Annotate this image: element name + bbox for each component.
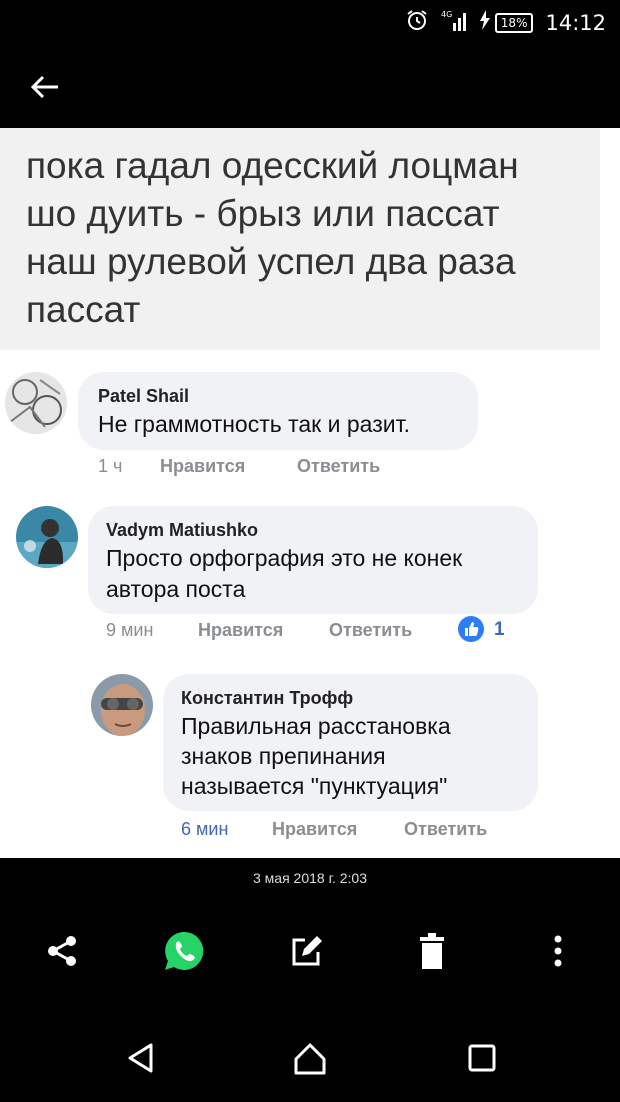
more-vertical-icon — [554, 935, 562, 967]
nav-home-button[interactable] — [280, 1028, 340, 1088]
post-text: пока гадал одесский лоцман шо дуить - бр… — [26, 142, 596, 334]
battery-indicator: 18% — [479, 10, 534, 35]
back-button[interactable] — [22, 64, 68, 110]
delete-button[interactable] — [404, 920, 460, 982]
avatar[interactable] — [5, 372, 67, 434]
back-triangle-icon — [128, 1043, 153, 1073]
battery-level: 18% — [494, 12, 534, 33]
comment-bubble: Vadym Matiushko Просто орфография это не… — [88, 506, 538, 614]
reply-link[interactable]: Ответить — [329, 620, 412, 641]
comment-text-line: автора поста — [106, 576, 246, 602]
nav-back-button[interactable] — [110, 1028, 170, 1088]
like-link[interactable]: Нравится — [272, 819, 357, 840]
post-line: наш рулевой успел два раза — [26, 241, 516, 282]
back-arrow-icon — [30, 75, 58, 99]
clock: 14:12 — [545, 10, 606, 35]
comment-author[interactable]: Vadym Matiushko — [106, 520, 258, 541]
comment-time[interactable]: 1 ч — [98, 456, 122, 477]
comment-author[interactable]: Patel Shail — [98, 386, 189, 407]
trash-icon — [420, 933, 444, 969]
comment-time[interactable]: 6 мин — [181, 819, 228, 840]
post-line: пассат — [26, 289, 141, 330]
comment-bubble: Константин Трофф Правильная расстановка … — [163, 674, 538, 811]
comment-text-line: Просто орфография это не конек — [106, 545, 463, 571]
home-icon — [294, 1043, 326, 1075]
alarm-icon — [405, 8, 429, 37]
comment-text: Не граммотность так и разит. — [98, 411, 410, 437]
charging-icon — [479, 10, 491, 35]
post-line: пока гадал одесский лоцман — [26, 145, 519, 186]
avatar[interactable] — [16, 506, 78, 568]
whatsapp-share-button[interactable] — [156, 920, 212, 982]
post-line: шо дуить - брыз или пассат — [26, 193, 500, 234]
top-bar — [0, 42, 620, 128]
reply-link[interactable]: Ответить — [297, 456, 380, 477]
gallery-action-bar — [0, 920, 620, 982]
status-icons: 4G 18% 14:12 — [405, 8, 606, 37]
share-button[interactable] — [34, 920, 90, 982]
like-link[interactable]: Нравится — [198, 620, 283, 641]
system-nav-bar — [0, 1028, 620, 1088]
like-link[interactable]: Нравится — [160, 456, 245, 477]
share-icon — [48, 936, 76, 966]
signal-icon: 4G — [441, 9, 467, 36]
like-reaction-icon[interactable] — [458, 616, 484, 642]
avatar[interactable] — [91, 674, 153, 736]
edit-button[interactable] — [278, 920, 334, 982]
comment-text-line: называется "пунктуация" — [181, 773, 448, 799]
recents-icon — [468, 1044, 496, 1072]
comment-text-line: знаков препинания — [181, 743, 386, 769]
status-bar: 4G 18% 14:12 — [0, 0, 620, 42]
more-options-button[interactable] — [530, 920, 586, 982]
post-text-block: пока гадал одесский лоцман шо дуить - бр… — [0, 128, 600, 350]
image-date: 3 мая 2018 г. 2:03 — [252, 870, 368, 886]
svg-text:4G: 4G — [441, 10, 452, 19]
screenshot-content: пока гадал одесский лоцман шо дуить - бр… — [0, 128, 620, 858]
edit-icon — [292, 936, 322, 966]
comment-author[interactable]: Константин Трофф — [181, 688, 353, 709]
nav-recents-button[interactable] — [452, 1028, 512, 1088]
reaction-count[interactable]: 1 — [494, 619, 505, 641]
whatsapp-icon — [165, 931, 204, 970]
reply-link[interactable]: Ответить — [404, 819, 487, 840]
comment-time[interactable]: 9 мин — [106, 620, 153, 641]
comment-text-line: Правильная расстановка — [181, 713, 451, 739]
comment-bubble: Patel Shail Не граммотность так и разит. — [78, 372, 478, 450]
